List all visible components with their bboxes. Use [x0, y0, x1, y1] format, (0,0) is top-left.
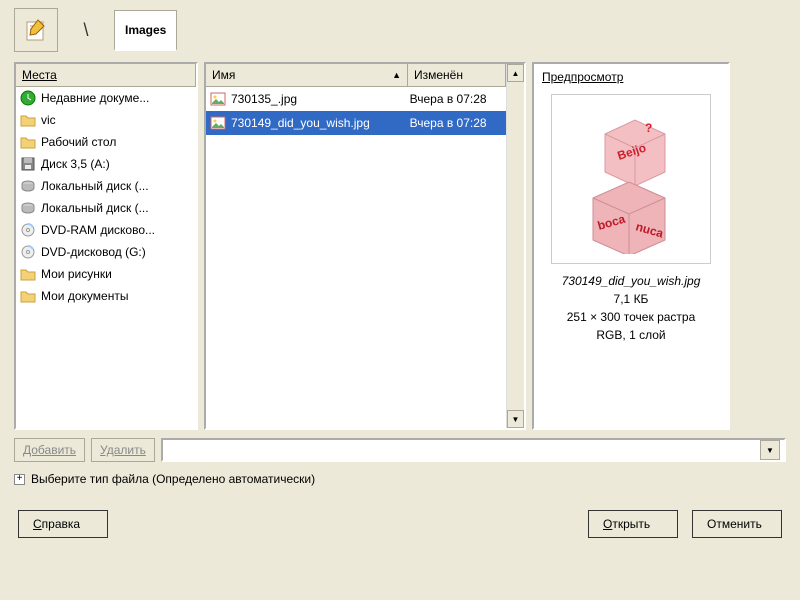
- place-item[interactable]: Мои рисунки: [16, 263, 196, 285]
- place-label: Мои рисунки: [41, 267, 112, 281]
- place-item[interactable]: Рабочий стол: [16, 131, 196, 153]
- place-item[interactable]: Недавние докуме...: [16, 87, 196, 109]
- help-button[interactable]: Справка: [18, 510, 108, 538]
- cd-icon: [20, 244, 36, 260]
- folder-icon: [20, 134, 36, 150]
- hdd-icon: [20, 178, 36, 194]
- places-header[interactable]: Места: [16, 64, 196, 86]
- preview-filename: 730149_did_you_wish.jpg: [562, 274, 701, 288]
- place-label: Недавние докуме...: [41, 91, 149, 105]
- scroll-down-button[interactable]: ▼: [507, 410, 524, 428]
- folder-icon: [20, 112, 36, 128]
- path-separator: \: [64, 8, 108, 52]
- file-row[interactable]: 730135_.jpg Вчера в 07:28: [206, 87, 506, 111]
- place-item[interactable]: DVD-RAM дисково...: [16, 219, 196, 241]
- tab-label: Images: [125, 23, 166, 37]
- files-panel: Имя▲ Изменён 730135_.jpgВчера в 07:28730…: [204, 62, 526, 430]
- breadcrumb-tab[interactable]: Images: [114, 10, 177, 51]
- place-item[interactable]: vic: [16, 109, 196, 131]
- image-file-icon: [210, 115, 226, 131]
- svg-text:?: ?: [645, 121, 652, 135]
- files-list: 730135_.jpgВчера в 07:28730149_did_you_w…: [206, 87, 506, 428]
- pencil-note-icon: [24, 18, 48, 42]
- place-item[interactable]: Локальный диск (...: [16, 175, 196, 197]
- place-label: DVD-RAM дисково...: [41, 223, 155, 237]
- places-panel: Места Недавние докуме... vic Рабочий стол Д…: [14, 62, 198, 430]
- places-list: Недавние докуме... vic Рабочий стол Диск 3,…: [16, 87, 196, 428]
- place-label: Рабочий стол: [41, 135, 116, 149]
- file-date: Вчера в 07:28: [410, 92, 502, 106]
- scroll-up-button[interactable]: ▲: [507, 64, 524, 82]
- place-label: Диск 3,5 (A:): [41, 157, 110, 171]
- file-row[interactable]: 730149_did_you_wish.jpg Вчера в 07:28: [206, 111, 506, 135]
- edit-location-button[interactable]: [14, 8, 58, 52]
- dropdown-button[interactable]: ▼: [760, 440, 780, 460]
- open-button[interactable]: Открыть: [588, 510, 678, 538]
- preview-size: 7,1 КБ: [614, 292, 649, 306]
- remove-button[interactable]: Удалить: [91, 438, 155, 462]
- filetype-label: Выберите тип файла (Определено автоматич…: [31, 472, 315, 486]
- sort-asc-icon: ▲: [392, 70, 401, 80]
- preview-mode: RGB, 1 слой: [596, 328, 665, 342]
- place-item[interactable]: Локальный диск (...: [16, 197, 196, 219]
- cd-icon: [20, 222, 36, 238]
- recent-icon: [20, 90, 36, 106]
- expand-filetype-button[interactable]: +: [14, 474, 25, 485]
- folder-icon: [20, 266, 36, 282]
- preview-header: Предпросмотр: [542, 70, 720, 88]
- place-label: vic: [41, 113, 56, 127]
- place-label: DVD-дисковод (G:): [41, 245, 146, 259]
- preview-thumbnail: Beijo ? boca nuca: [551, 94, 711, 264]
- file-date: Вчера в 07:28: [410, 116, 502, 130]
- place-item[interactable]: Мои документы: [16, 285, 196, 307]
- place-label: Локальный диск (...: [41, 179, 149, 193]
- place-label: Локальный диск (...: [41, 201, 149, 215]
- dice-image-icon: Beijo ? boca nuca: [567, 104, 695, 254]
- preview-dimensions: 251 × 300 точек растра: [567, 310, 696, 324]
- file-name: 730135_.jpg: [231, 92, 297, 106]
- column-header-date[interactable]: Изменён: [408, 64, 506, 86]
- add-button[interactable]: Добавить: [14, 438, 85, 462]
- column-header-name[interactable]: Имя▲: [206, 64, 408, 86]
- scrollbar[interactable]: ▲ ▼: [506, 64, 524, 428]
- filename-input[interactable]: ▼: [161, 438, 786, 462]
- place-item[interactable]: DVD-дисковод (G:): [16, 241, 196, 263]
- file-name: 730149_did_you_wish.jpg: [231, 116, 370, 130]
- cancel-button[interactable]: Отменить: [692, 510, 782, 538]
- place-label: Мои документы: [41, 289, 128, 303]
- hdd-icon: [20, 200, 36, 216]
- preview-panel: Предпросмотр Beijo ?: [532, 62, 730, 430]
- folder-icon: [20, 288, 36, 304]
- image-file-icon: [210, 91, 226, 107]
- place-item[interactable]: Диск 3,5 (A:): [16, 153, 196, 175]
- floppy-icon: [20, 156, 36, 172]
